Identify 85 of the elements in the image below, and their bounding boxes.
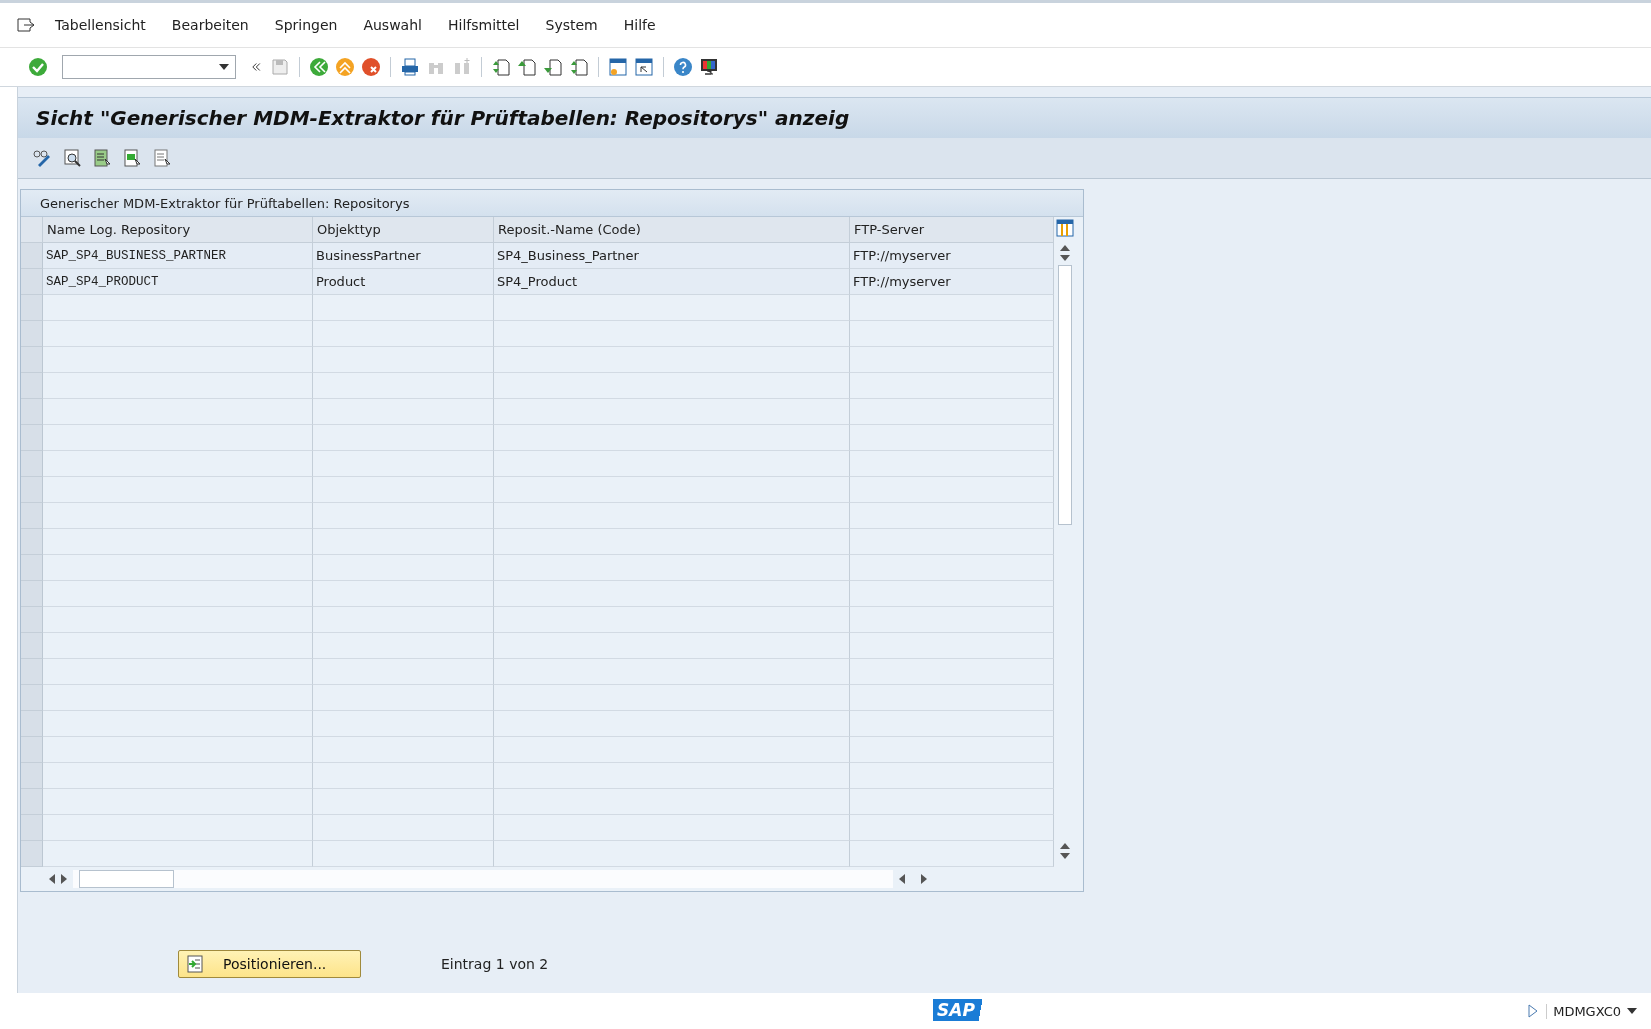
row-selector[interactable]: [21, 737, 43, 763]
row-selector[interactable]: [21, 555, 43, 581]
row-selector[interactable]: [21, 633, 43, 659]
exit-icon[interactable]: [335, 57, 355, 77]
menu-icon[interactable]: [16, 17, 36, 33]
column-header[interactable]: Objekttyp: [313, 217, 494, 243]
scroll-up-icon[interactable]: [1060, 843, 1070, 849]
row-selector[interactable]: [21, 503, 43, 529]
play-icon[interactable]: [1528, 1004, 1539, 1018]
scroll-left-icon[interactable]: [49, 874, 55, 884]
screen-title: Sicht "Generischer MDM-Extraktor für Prüftabellen: Repositorys" anzeig: [36, 106, 850, 130]
entry-info: Eintrag 1 von 2: [441, 956, 549, 972]
table-cell: FTP://myserver: [850, 269, 1054, 295]
row-selector[interactable]: [21, 685, 43, 711]
menu-item[interactable]: Springen: [261, 17, 351, 33]
row-selector[interactable]: [21, 399, 43, 425]
cancel-icon[interactable]: [361, 57, 381, 77]
magnifier-document-icon[interactable]: [62, 148, 82, 168]
new-window-icon[interactable]: [608, 57, 628, 77]
position-button[interactable]: Positionieren...: [178, 950, 361, 978]
table-cell: SP4_Business_Partner: [494, 243, 850, 269]
column-header[interactable]: FTP-Server: [850, 217, 1054, 243]
deselect-all-icon[interactable]: [152, 148, 172, 168]
row-selector[interactable]: [21, 815, 43, 841]
table-cell: SAP_SP4_PRODUCT: [43, 269, 313, 295]
select-all-icon[interactable]: [92, 148, 112, 168]
table-cell: SP4_Product: [494, 269, 850, 295]
row-selector[interactable]: [21, 581, 43, 607]
dropdown-caret-icon[interactable]: [219, 64, 229, 70]
select-all-corner[interactable]: [21, 217, 43, 243]
column-header[interactable]: Name Log. Repository: [43, 217, 313, 243]
menu-item[interactable]: Hilfsmittel: [434, 17, 533, 33]
dropdown-caret-icon[interactable]: [1627, 1008, 1637, 1014]
scroll-thumb[interactable]: [79, 870, 174, 888]
scroll-thumb[interactable]: [1058, 265, 1072, 525]
command-field[interactable]: [62, 55, 236, 79]
system-name[interactable]: MDMGXC0: [1546, 1003, 1627, 1019]
row-selector[interactable]: [21, 763, 43, 789]
glasses-pencil-icon[interactable]: [32, 148, 52, 168]
table-cell: SAP_SP4_BUSINESS_PARTNER: [43, 243, 313, 269]
row-selector[interactable]: [21, 321, 43, 347]
next-page-icon[interactable]: [543, 57, 563, 77]
menu-item[interactable]: Hilfe: [610, 17, 669, 33]
save-icon[interactable]: [270, 57, 290, 77]
monitor-icon[interactable]: [699, 57, 719, 77]
first-page-icon[interactable]: [491, 57, 511, 77]
row-selector[interactable]: [21, 841, 43, 867]
scroll-down-icon[interactable]: [1060, 255, 1070, 261]
scroll-right-icon[interactable]: [921, 874, 927, 884]
row-selector[interactable]: [21, 295, 43, 321]
row-selector[interactable]: [21, 425, 43, 451]
row-selector[interactable]: [21, 373, 43, 399]
back-icon[interactable]: [309, 57, 329, 77]
table-cell: FTP://myserver: [850, 243, 1054, 269]
select-block-icon[interactable]: [122, 148, 142, 168]
row-selector[interactable]: [21, 269, 43, 295]
table-cell: Product: [313, 269, 494, 295]
row-selector[interactable]: [21, 347, 43, 373]
check-icon[interactable]: [28, 57, 48, 77]
row-selector[interactable]: [21, 477, 43, 503]
row-selector[interactable]: [21, 659, 43, 685]
last-page-icon[interactable]: [569, 57, 589, 77]
row-selector[interactable]: [21, 789, 43, 815]
row-selector[interactable]: [21, 529, 43, 555]
row-selector[interactable]: [21, 711, 43, 737]
column-settings-icon[interactable]: [1056, 219, 1074, 237]
previous-page-icon[interactable]: [517, 57, 537, 77]
scroll-up-icon[interactable]: [1060, 245, 1070, 251]
menu-item[interactable]: Bearbeiten: [158, 17, 262, 33]
row-selector[interactable]: [21, 451, 43, 477]
column-header[interactable]: Reposit.-Name (Code): [494, 217, 850, 243]
scroll-left-icon[interactable]: [899, 874, 905, 884]
shortcut-window-icon[interactable]: [634, 57, 654, 77]
menu-item[interactable]: System: [532, 17, 611, 33]
help-icon[interactable]: [673, 57, 693, 77]
menu-item[interactable]: Auswahl: [350, 17, 435, 33]
row-selector[interactable]: [21, 243, 43, 269]
row-selector[interactable]: [21, 607, 43, 633]
binoculars-plus-icon[interactable]: [452, 57, 472, 77]
scroll-down-icon[interactable]: [1060, 853, 1070, 859]
table-title: Generischer MDM-Extraktor für Prüftabellen: Repositorys: [21, 190, 1083, 217]
menu-item[interactable]: Tabellensicht: [42, 17, 159, 33]
table-cell: BusinessPartner: [313, 243, 494, 269]
print-icon[interactable]: [400, 57, 420, 77]
scroll-right-icon[interactable]: [61, 874, 67, 884]
